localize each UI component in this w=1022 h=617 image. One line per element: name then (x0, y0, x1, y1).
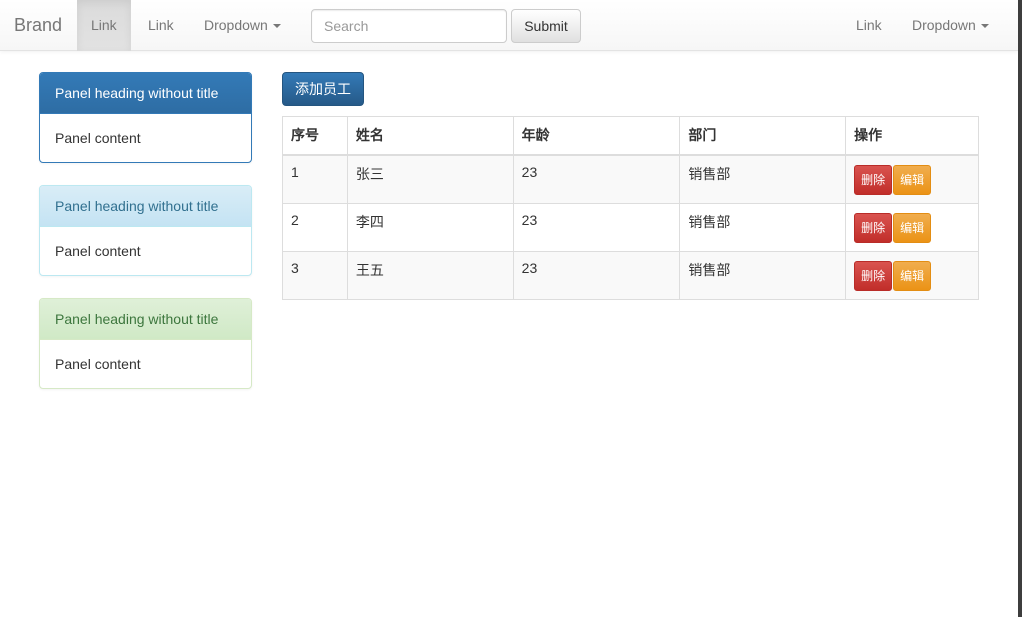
cell-actions: 删除 编辑 (845, 250, 979, 300)
panel-content: Panel content (55, 130, 141, 146)
cell-dept: 销售部 (679, 202, 847, 252)
nav-link[interactable]: Link (134, 0, 188, 51)
window-edge (1018, 0, 1022, 617)
panel-primary: Panel heading without title Panel conten… (39, 72, 252, 163)
navbar: Brand Link Link Dropdown Submit Link Dro… (0, 0, 1018, 51)
table-row: 1 张三 23 销售部 删除 编辑 (282, 154, 979, 204)
column-header-name: 姓名 (346, 116, 514, 156)
panel-success: Panel heading without title Panel conten… (39, 298, 252, 389)
cell-id: 3 (282, 250, 348, 300)
column-header-dept: 部门 (679, 116, 847, 156)
nav-dropdown[interactable]: Dropdown (190, 0, 295, 51)
panel-heading: Panel heading without title (40, 186, 251, 227)
nav-link-right[interactable]: Link (842, 0, 896, 51)
caret-down-icon (980, 24, 989, 29)
edit-button[interactable]: 编辑 (893, 260, 932, 291)
column-header-age: 年龄 (512, 116, 681, 156)
edit-button[interactable]: 编辑 (893, 212, 932, 243)
add-employee-button[interactable]: 添加员工 (282, 72, 364, 106)
brand-link[interactable]: Brand (14, 0, 62, 51)
nav-dropdown-right-label: Dropdown (912, 17, 976, 33)
caret-down-icon (272, 24, 281, 29)
cell-name: 王五 (346, 250, 514, 300)
cell-actions: 删除 编辑 (845, 154, 979, 204)
panel-info: Panel heading without title Panel conten… (39, 185, 252, 276)
cell-name: 李四 (346, 202, 514, 252)
delete-button[interactable]: 删除 (854, 164, 893, 195)
search-input[interactable] (311, 9, 507, 43)
table-row: 3 王五 23 销售部 删除 编辑 (282, 250, 979, 300)
submit-button[interactable]: Submit (511, 9, 581, 43)
cell-actions: 删除 编辑 (845, 202, 979, 252)
nav-dropdown-right[interactable]: Dropdown (898, 0, 1003, 51)
cell-name: 张三 (346, 154, 514, 204)
panel-heading: Panel heading without title (40, 73, 251, 114)
cell-dept: 销售部 (679, 250, 847, 300)
column-header-id: 序号 (282, 116, 348, 156)
cell-age: 23 (512, 250, 681, 300)
panel-content: Panel content (55, 243, 141, 259)
panel-heading: Panel heading without title (40, 299, 251, 340)
nav-link-active[interactable]: Link (77, 0, 131, 51)
table-header-row: 序号 姓名 年龄 部门 操作 (282, 116, 979, 156)
cell-age: 23 (512, 154, 681, 204)
delete-button[interactable]: 删除 (854, 260, 893, 291)
column-header-actions: 操作 (845, 116, 979, 156)
cell-dept: 销售部 (679, 154, 847, 204)
employee-table: 序号 姓名 年龄 部门 操作 1 张三 23 销售部 删除 编辑 2 李四 23 … (282, 116, 979, 300)
nav-dropdown-label: Dropdown (204, 17, 268, 33)
cell-id: 1 (282, 154, 348, 204)
table-row: 2 李四 23 销售部 删除 编辑 (282, 202, 979, 252)
cell-age: 23 (512, 202, 681, 252)
delete-button[interactable]: 删除 (854, 212, 893, 243)
edit-button[interactable]: 编辑 (893, 164, 932, 195)
cell-id: 2 (282, 202, 348, 252)
panel-content: Panel content (55, 356, 141, 372)
